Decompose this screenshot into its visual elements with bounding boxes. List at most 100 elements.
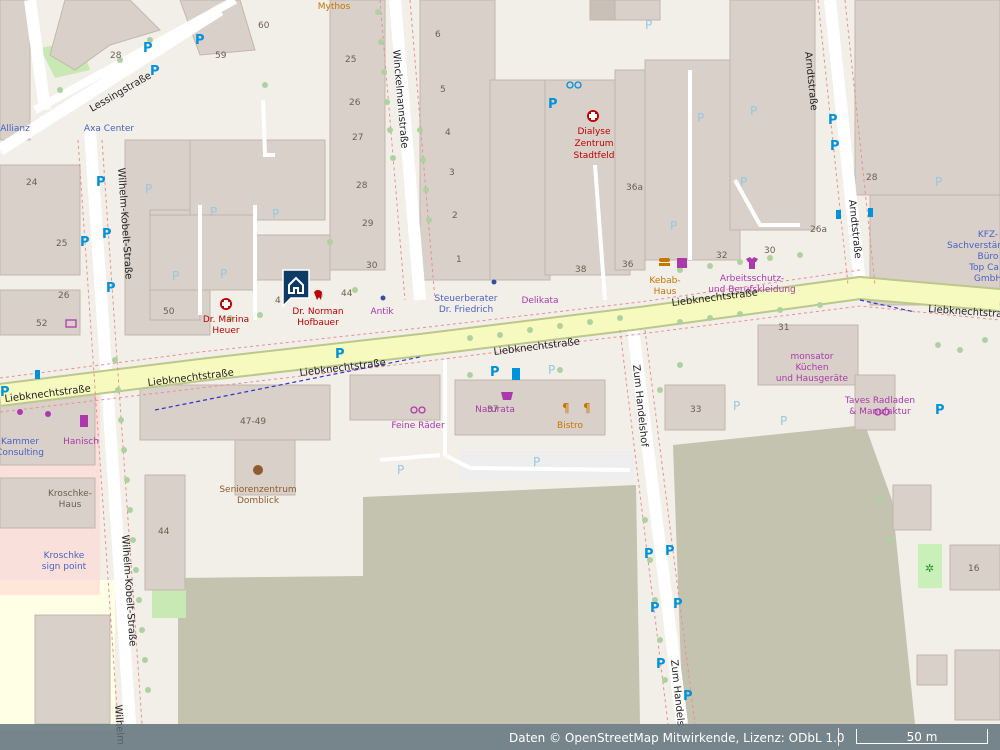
parking-icon: P: [830, 139, 840, 154]
poi-label-kroschke-sign-2: sign point: [42, 562, 87, 572]
poi-label-naturata: Naturata: [475, 405, 515, 415]
clothes-icon: [677, 258, 687, 268]
parking-icon: P: [397, 463, 404, 477]
house-number: 6: [435, 30, 441, 40]
playground-icon: ✲: [925, 562, 934, 575]
poi-label-taves-1: Taves Radladen: [844, 396, 915, 406]
svg-text:✲: ✲: [925, 562, 934, 575]
house-number: 50: [163, 307, 175, 317]
parking-icon: P: [172, 269, 179, 283]
hospital-icon: [587, 110, 599, 122]
poi-label-dialyse-1: Dialyse: [578, 127, 611, 137]
home-icon: [282, 269, 310, 308]
parking-icon: P: [533, 455, 540, 469]
poi-label-kfz-4: Top Ca: [968, 263, 999, 273]
poi-label-axa: Axa Center: [84, 124, 134, 134]
basket-icon: [501, 392, 513, 400]
attribution-separator: [838, 728, 839, 746]
green-patch: [152, 588, 186, 618]
parking-icon: P: [145, 182, 152, 196]
parking-icon: P: [670, 219, 677, 233]
house-number: 16: [968, 564, 980, 574]
poi-label-steuerberater-2: Dr. Friedrich: [439, 305, 493, 315]
parking-icon: P: [150, 64, 160, 79]
poi-label-norman-1: Dr. Norman: [292, 307, 343, 317]
poi-label-monsator-2: Küchen: [795, 363, 828, 373]
poi-label-bistro: Bistro: [557, 421, 583, 431]
parking-icon: P: [548, 97, 558, 112]
poi-label-kebab-2: Haus: [654, 287, 677, 297]
house-number: 26a: [810, 225, 827, 235]
poi-label-kammer-2: Consulting: [0, 448, 44, 458]
poi-label-senioren-2: Domblick: [237, 496, 280, 506]
poi-label-monsator-3: und Hausgeräte: [776, 374, 849, 384]
poi-label-kfz-2: Sachverstän: [947, 241, 1000, 251]
house-number: 26: [58, 291, 70, 301]
poi-label-mythos: Mythos: [318, 2, 351, 12]
map-canvas[interactable]: Liebknechtstraße Liebknechtstraße Liebkn…: [0, 0, 1000, 750]
attribution-bar: [0, 724, 1000, 750]
poi-label-arbeitsschutz-2: und Berufskleidung: [708, 285, 796, 295]
parking-icon: P: [272, 207, 279, 221]
svg-text:¶: ¶: [583, 401, 591, 415]
house-number: 31: [778, 323, 789, 333]
house-number: 28: [110, 51, 122, 61]
poi-label-kroschke-sign-1: Kroschke: [44, 551, 85, 561]
parking-icon: P: [656, 657, 666, 672]
house-number: 60: [258, 21, 270, 31]
parking-icon: P: [733, 399, 740, 413]
poi-label-marina-1: Dr. Marina: [203, 315, 249, 325]
attribution-text[interactable]: Daten © OpenStreetMap Mitwirkende, Lizen…: [509, 731, 845, 745]
industrial-area-left: [178, 576, 363, 724]
parking-icon: P: [644, 547, 654, 562]
house-number: 24: [26, 178, 38, 188]
house-number: 32: [716, 251, 727, 261]
poi-label-kfz-1: KFZ-: [978, 230, 998, 240]
poi-label-marina-2: Heuer: [212, 326, 240, 336]
house-number: 25: [56, 239, 67, 249]
parking-icon: P: [102, 227, 112, 242]
house-number: 25: [345, 55, 356, 65]
poi-label-kfz-3: Büro: [978, 252, 999, 262]
poi-label-dialyse-3: Stadtfeld: [574, 151, 615, 161]
poi-label-dialyse-2: Zentrum: [574, 139, 613, 149]
parking-icon: P: [335, 347, 345, 362]
fuel-icon: [512, 368, 520, 380]
house-number: 33: [690, 405, 701, 415]
poi-label-kebab-1: Kebab-: [649, 276, 680, 286]
parking-area: [460, 450, 634, 480]
parking-icon: P: [935, 175, 942, 189]
parking-icon: P: [645, 18, 652, 32]
poi-label-kroschke-haus-1: Kroschke-: [48, 489, 92, 499]
house-number: 59: [215, 51, 227, 61]
house-number: 2: [452, 211, 458, 221]
parking-icon: P: [80, 235, 90, 250]
parking-icon: P: [828, 113, 838, 128]
parking-icon: P: [935, 403, 945, 418]
parking-icon: P: [195, 33, 205, 48]
house-number: 5: [440, 85, 446, 95]
house-number: 36: [622, 260, 634, 270]
home-marker[interactable]: [281, 268, 311, 308]
house-number: 1: [456, 255, 462, 265]
house-number: 29: [362, 219, 374, 229]
poi-label-kfz-5: GmbH: [974, 274, 1000, 284]
poi-label-kammer-1: Kammer: [1, 437, 39, 447]
house-number: 26: [349, 98, 361, 108]
parking-icon: P: [548, 363, 555, 377]
hospital-icon: [220, 298, 232, 310]
parking-icon: P: [683, 689, 693, 704]
parking-icon: P: [780, 414, 787, 428]
industrial-area-center: [363, 485, 640, 724]
parking-icon: P: [210, 205, 217, 219]
house-number: 27: [352, 133, 363, 143]
parking-icon: P: [697, 111, 704, 125]
poi-label-allianz: Allianz: [0, 124, 30, 134]
parking-icon: P: [106, 281, 116, 296]
parking-icon: P: [220, 267, 227, 281]
house-number: 30: [366, 261, 378, 271]
poi-label-antik: Antik: [370, 307, 394, 317]
poi-label-kroschke-haus-2: Haus: [59, 500, 82, 510]
poi-label-delikata: Delikata: [521, 296, 558, 306]
poi-label-hanisch: Hanisch: [63, 437, 99, 447]
